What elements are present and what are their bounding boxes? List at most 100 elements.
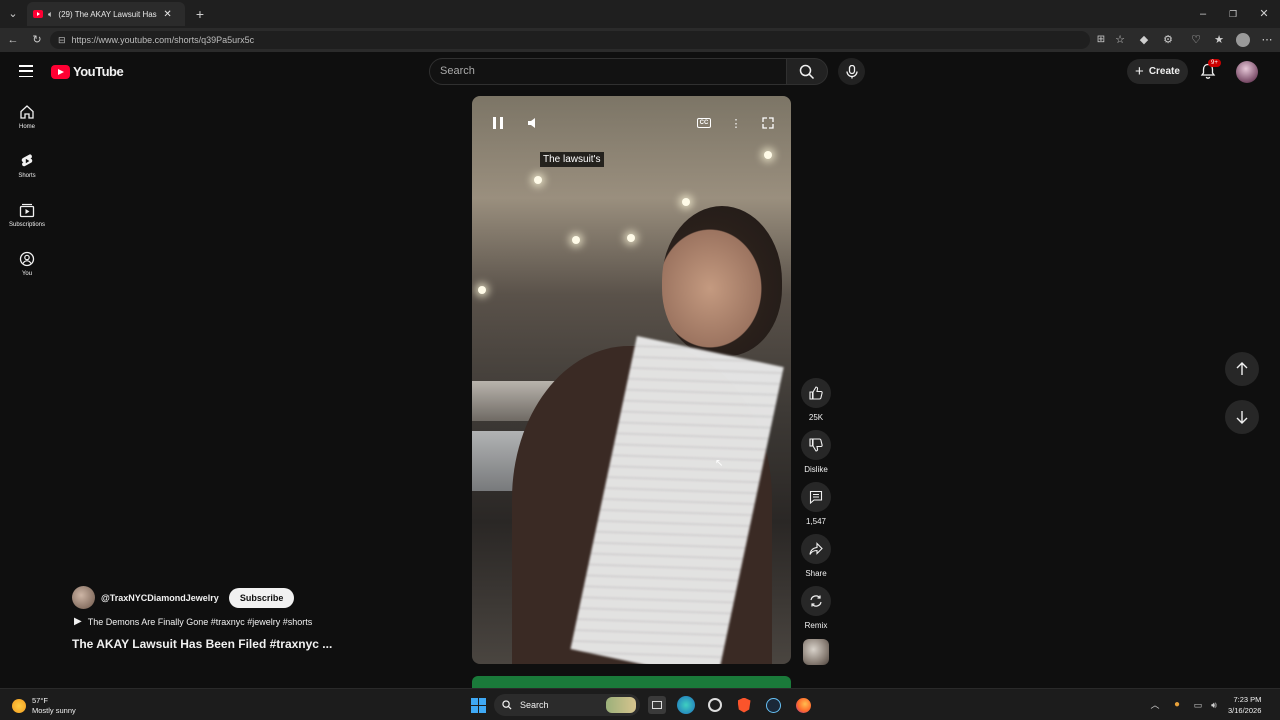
arrow-up-icon bbox=[1236, 362, 1248, 375]
video-caption: The lawsuit's bbox=[540, 152, 604, 167]
clock[interactable]: 7:23 PM 3/16/2026 bbox=[1228, 694, 1261, 716]
search-input[interactable]: Search bbox=[429, 58, 787, 85]
back-icon[interactable]: ← bbox=[6, 33, 20, 47]
sidebar-item-label: You bbox=[21, 271, 33, 277]
remix-circle[interactable] bbox=[801, 586, 831, 616]
youtube-header: YouTube Search + Create 9+ bbox=[0, 52, 1280, 92]
sidebar-item-home[interactable]: Home bbox=[0, 104, 54, 130]
app-available-icon[interactable]: ⊞ bbox=[1094, 33, 1108, 47]
edge-icon[interactable] bbox=[677, 696, 695, 714]
restore-icon[interactable]: ❐ bbox=[1226, 7, 1240, 21]
youtube-favicon-icon bbox=[33, 10, 43, 18]
new-tab-icon[interactable]: + bbox=[193, 7, 207, 21]
closed-captions-icon[interactable]: CC bbox=[694, 113, 714, 133]
extensions-puzzle-icon[interactable]: ⚙ bbox=[1161, 33, 1175, 47]
share-icon bbox=[809, 542, 823, 555]
sidebar-item-subscriptions[interactable]: Subscriptions bbox=[0, 202, 54, 228]
reload-icon[interactable]: ↻ bbox=[30, 33, 44, 47]
firefox-icon[interactable] bbox=[794, 696, 812, 714]
channel-avatar[interactable] bbox=[72, 586, 95, 609]
shorts-icon bbox=[21, 154, 33, 167]
play-icon: ▶ bbox=[74, 616, 82, 627]
site-info-icon[interactable]: ⊟ bbox=[58, 35, 66, 46]
browser-essentials-icon[interactable]: ♡ bbox=[1189, 33, 1203, 47]
extension-diamond-icon[interactable]: ◆ bbox=[1137, 33, 1151, 47]
playlist-link[interactable]: ▶ The Demons Are Finally Gone #traxnyc #… bbox=[74, 616, 312, 627]
comments-circle[interactable] bbox=[801, 482, 831, 512]
volume-icon[interactable] bbox=[524, 113, 544, 133]
microphone-icon bbox=[845, 64, 858, 78]
profile-avatar-icon[interactable] bbox=[1236, 33, 1250, 47]
create-label: Create bbox=[1148, 66, 1180, 77]
browser-tab[interactable]: 🔈︎ (29) The AKAY Lawsuit Has Be ✕ bbox=[27, 2, 185, 26]
create-button[interactable]: + Create bbox=[1127, 59, 1188, 84]
speaker-icon[interactable]: 🔈︎ bbox=[48, 9, 53, 20]
sidebar-item-label: Subscriptions bbox=[8, 222, 46, 228]
playlist-title: The Demons Are Finally Gone #traxnyc #je… bbox=[87, 616, 313, 627]
dislike-button[interactable]: Dislike bbox=[797, 430, 835, 474]
subscribe-button[interactable]: Subscribe bbox=[228, 587, 295, 608]
task-view-icon[interactable] bbox=[648, 696, 666, 714]
system-tool-icon[interactable] bbox=[706, 696, 724, 714]
fullscreen-icon[interactable] bbox=[758, 113, 778, 133]
youtube-play-logo-icon bbox=[51, 64, 70, 79]
previous-short-button[interactable] bbox=[1225, 352, 1259, 386]
sound-thumbnail[interactable] bbox=[803, 639, 829, 665]
weather-widget[interactable]: 57°F Mostly sunny bbox=[12, 696, 76, 716]
next-short-button[interactable] bbox=[1225, 400, 1259, 434]
steam-icon[interactable] bbox=[764, 696, 782, 714]
account-avatar[interactable] bbox=[1236, 61, 1258, 83]
favorites-icon[interactable]: ★ bbox=[1212, 33, 1226, 47]
ceiling-light bbox=[682, 198, 690, 206]
shorts-video-player[interactable]: CC ⋮ The lawsuit's ↖ bbox=[472, 96, 791, 664]
browser-tab-bar: ⌄ 🔈︎ (29) The AKAY Lawsuit Has Be ✕ + – … bbox=[0, 0, 1280, 28]
video-title[interactable]: The AKAY Lawsuit Has Been Filed #traxnyc… bbox=[72, 637, 332, 651]
mouse-cursor-icon: ↖ bbox=[715, 458, 724, 469]
arrow-down-icon bbox=[1236, 411, 1248, 424]
tray-speaker-icon[interactable]: 🔊︎ bbox=[1207, 698, 1221, 712]
person-head bbox=[662, 206, 782, 356]
tab-title: (29) The AKAY Lawsuit Has Be bbox=[58, 9, 159, 19]
comments-count: 1,547 bbox=[805, 517, 827, 526]
url-input[interactable]: ⊟ https://www.youtube.com/shorts/q39Pa5u… bbox=[50, 31, 1090, 49]
notifications-button[interactable]: 9+ bbox=[1200, 59, 1221, 81]
browser-menu-icon[interactable]: ⋯ bbox=[1260, 33, 1274, 47]
windows-start-icon[interactable] bbox=[469, 696, 487, 714]
dislike-circle[interactable] bbox=[801, 430, 831, 460]
remix-button[interactable]: Remix bbox=[797, 586, 835, 630]
next-short-preview[interactable] bbox=[472, 676, 791, 688]
tray-display-icon[interactable]: ▭ bbox=[1191, 698, 1205, 712]
window-close-icon[interactable]: ✕ bbox=[1257, 7, 1271, 21]
search-button[interactable] bbox=[786, 58, 828, 85]
tray-microphone-icon[interactable]: ● bbox=[1170, 698, 1184, 712]
share-button[interactable]: Share bbox=[797, 534, 835, 578]
taskbar-search[interactable]: Search bbox=[494, 694, 640, 716]
share-label: Share bbox=[805, 569, 827, 578]
share-circle[interactable] bbox=[801, 534, 831, 564]
youtube-logo[interactable]: YouTube bbox=[51, 64, 124, 79]
like-button[interactable]: 25K bbox=[797, 378, 835, 422]
favorite-star-icon[interactable]: ☆ bbox=[1113, 33, 1127, 47]
comment-icon bbox=[809, 490, 823, 504]
dislike-label: Dislike bbox=[804, 465, 828, 474]
clock-time: 7:23 PM bbox=[1233, 695, 1262, 704]
channel-handle[interactable]: @TraxNYCDiamondJewelry bbox=[101, 593, 219, 603]
like-circle[interactable] bbox=[801, 378, 831, 408]
comments-button[interactable]: 1,547 bbox=[797, 482, 835, 526]
brave-icon[interactable] bbox=[735, 696, 753, 714]
tab-list-chevron-icon[interactable]: ⌄ bbox=[6, 7, 20, 21]
plus-icon: + bbox=[1135, 63, 1144, 80]
subscriptions-icon bbox=[19, 203, 35, 218]
hamburger-menu-icon[interactable] bbox=[19, 65, 33, 77]
weather-desc: Mostly sunny bbox=[32, 706, 76, 715]
like-count: 25K bbox=[808, 413, 824, 422]
tab-close-icon[interactable]: ✕ bbox=[163, 9, 171, 20]
voice-search-button[interactable] bbox=[838, 58, 865, 85]
sidebar-item-shorts[interactable]: Shorts bbox=[0, 153, 54, 179]
sidebar-item-you[interactable]: You bbox=[0, 251, 54, 277]
minimize-icon[interactable]: – bbox=[1196, 7, 1210, 21]
more-options-icon[interactable]: ⋮ bbox=[726, 113, 746, 133]
tray-chevron-icon[interactable]: ︿ bbox=[1148, 698, 1162, 712]
remix-icon bbox=[810, 595, 822, 607]
pause-icon[interactable] bbox=[488, 113, 508, 133]
